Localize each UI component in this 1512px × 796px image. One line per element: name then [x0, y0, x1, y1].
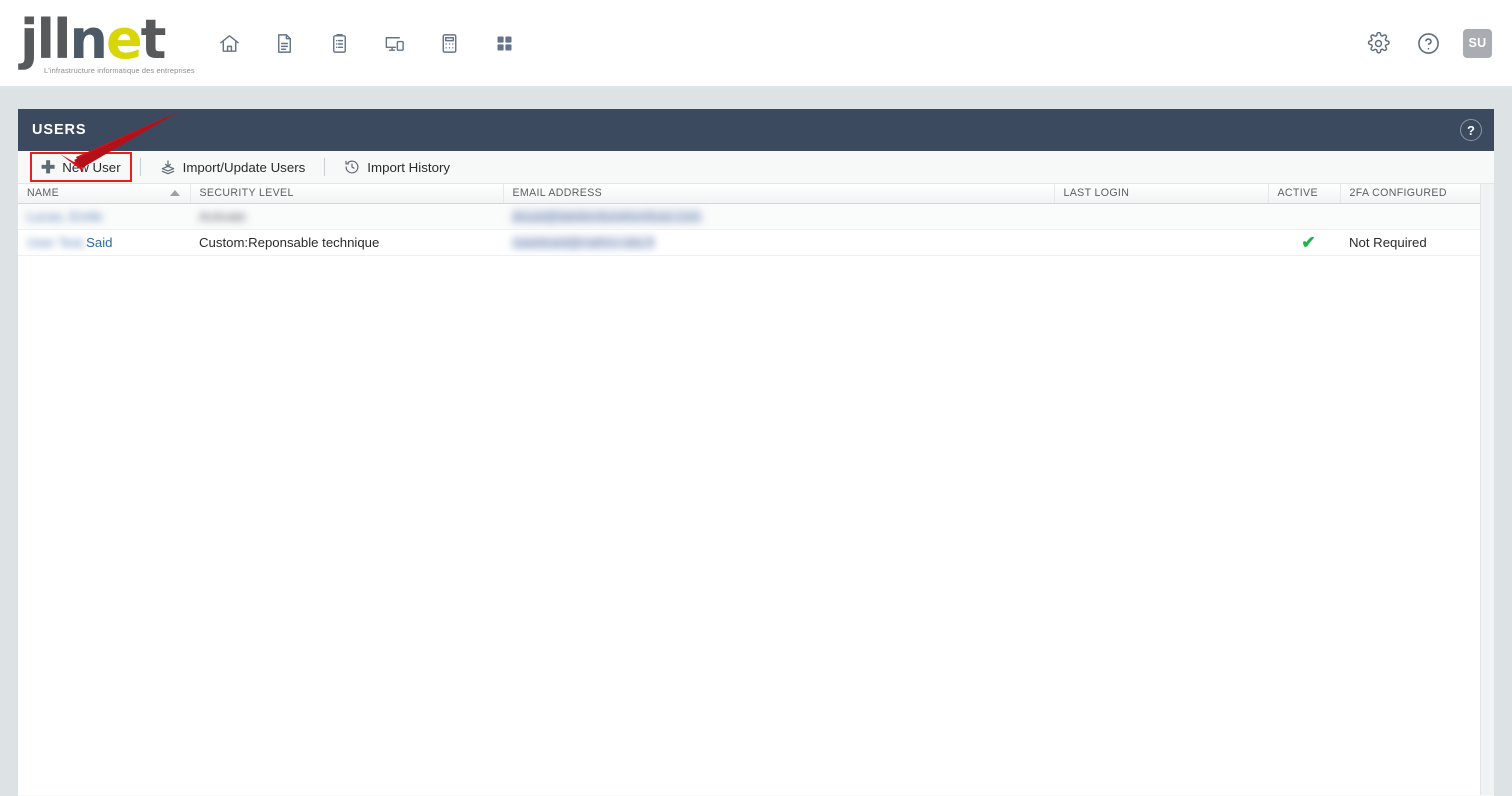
new-user-label: New User — [62, 159, 121, 175]
users-table-body: Lucas, Emile Activate douai@latelierdune… — [18, 203, 1494, 256]
users-table: NAME SECURITY LEVEL EMAIL ADDRESS LAST L… — [18, 184, 1494, 256]
new-user-button[interactable]: ✚ New User — [30, 152, 132, 182]
topbar-right-actions: SU — [1363, 0, 1492, 86]
cell-security-level: Custom:Reponsable technique — [190, 229, 503, 256]
grid-apps-icon[interactable] — [486, 25, 522, 61]
column-header-name[interactable]: NAME — [18, 184, 191, 204]
page-title: USERS — [32, 122, 87, 138]
cell-last-login — [1054, 203, 1268, 230]
user-name-link[interactable]: Said — [86, 235, 112, 250]
users-table-head: NAME SECURITY LEVEL EMAIL ADDRESS LAST L… — [18, 184, 1494, 204]
column-header-email-address[interactable]: EMAIL ADDRESS — [503, 184, 1055, 204]
column-header-2fa-configured[interactable]: 2FA CONFIGURED — [1340, 184, 1494, 204]
help-circle-icon[interactable] — [1413, 28, 1443, 58]
import-history-button[interactable]: Import History — [335, 154, 459, 180]
jllnet-logo[interactable]: jllnet L'infrastructure informatique des… — [20, 11, 195, 75]
sort-ascending-icon — [169, 190, 180, 197]
gear-icon[interactable] — [1363, 28, 1393, 58]
import-update-users-label: Import/Update Users — [182, 159, 306, 175]
toolbar-divider-2 — [324, 158, 326, 176]
column-label-last-login: LAST LOGIN — [1063, 187, 1130, 200]
page-root: jllnet L'infrastructure informatique des… — [0, 0, 1512, 796]
home-icon[interactable] — [211, 25, 247, 61]
column-label-email-address: EMAIL ADDRESS — [512, 187, 603, 200]
table-row[interactable]: Lucas, Emile Activate douai@latelierdune… — [18, 203, 1494, 230]
card-help-button[interactable]: ? — [1460, 119, 1482, 141]
column-header-security-level[interactable]: SECURITY LEVEL — [190, 184, 504, 204]
user-name-redacted: User Test, — [27, 234, 87, 250]
logo-part-n: n — [69, 7, 108, 71]
logo-part-jll: jll — [20, 7, 72, 71]
cell-email-address: douai@latelierdunebonfuse.com — [503, 203, 1054, 230]
cell-active: ✔ — [1268, 229, 1340, 256]
logo-tagline: L'infrastructure informatique des entrep… — [44, 65, 195, 75]
column-label-active: ACTIVE — [1277, 187, 1318, 200]
email-redacted: saaidsaid@nathro-site.fr — [512, 234, 656, 250]
document-icon[interactable] — [266, 25, 302, 61]
users-card: USERS ? ✚ New User Import/Update Users I… — [18, 109, 1494, 796]
table-row[interactable]: User Test,Said Custom:Reponsable techniq… — [18, 229, 1494, 256]
cell-2fa-configured: Not Required — [1340, 229, 1494, 256]
clipboard-icon[interactable] — [321, 25, 357, 61]
plus-icon: ✚ — [41, 157, 56, 177]
security-level-redacted: Activate — [199, 208, 246, 224]
primary-nav-icons — [211, 25, 522, 61]
import-icon — [160, 159, 176, 175]
cell-active — [1268, 203, 1340, 230]
email-redacted: douai@latelierdunebonfuse.com — [512, 208, 702, 224]
logo-part-e: e — [105, 7, 143, 71]
table-header-row: NAME SECURITY LEVEL EMAIL ADDRESS LAST L… — [18, 184, 1494, 204]
history-clock-icon — [344, 159, 360, 175]
logo-wordmark: jllnet — [20, 11, 195, 68]
column-header-active[interactable]: ACTIVE — [1268, 184, 1341, 204]
import-update-users-button[interactable]: Import/Update Users — [151, 154, 315, 180]
users-table-container: NAME SECURITY LEVEL EMAIL ADDRESS LAST L… — [18, 184, 1494, 795]
logo-part-t: t — [140, 7, 167, 71]
cell-name[interactable]: User Test,Said — [18, 229, 190, 256]
cell-email-address: saaidsaid@nathro-site.fr — [503, 229, 1054, 256]
column-label-name: NAME — [27, 187, 60, 200]
cell-last-login — [1054, 229, 1268, 256]
cell-security-level: Activate — [190, 203, 503, 230]
devices-icon[interactable] — [376, 25, 412, 61]
column-label-security-level: SECURITY LEVEL — [199, 187, 294, 200]
toolbar-divider-1 — [139, 158, 141, 176]
users-toolbar: ✚ New User Import/Update Users Import Hi… — [18, 151, 1494, 184]
top-navigation-bar: jllnet L'infrastructure informatique des… — [0, 0, 1512, 89]
active-check-icon: ✔ — [1301, 232, 1316, 252]
column-label-2fa-configured: 2FA CONFIGURED — [1349, 187, 1447, 200]
cell-name[interactable]: Lucas, Emile — [18, 203, 190, 230]
column-header-last-login[interactable]: LAST LOGIN — [1054, 184, 1269, 204]
avatar[interactable]: SU — [1463, 28, 1492, 58]
import-history-label: Import History — [367, 159, 451, 175]
calculator-icon[interactable] — [431, 25, 467, 61]
users-card-header: USERS ? — [18, 109, 1494, 151]
cell-2fa-configured — [1340, 203, 1494, 230]
vertical-scrollbar[interactable] — [1480, 184, 1494, 795]
user-name-redacted: Lucas, Emile — [27, 208, 103, 224]
